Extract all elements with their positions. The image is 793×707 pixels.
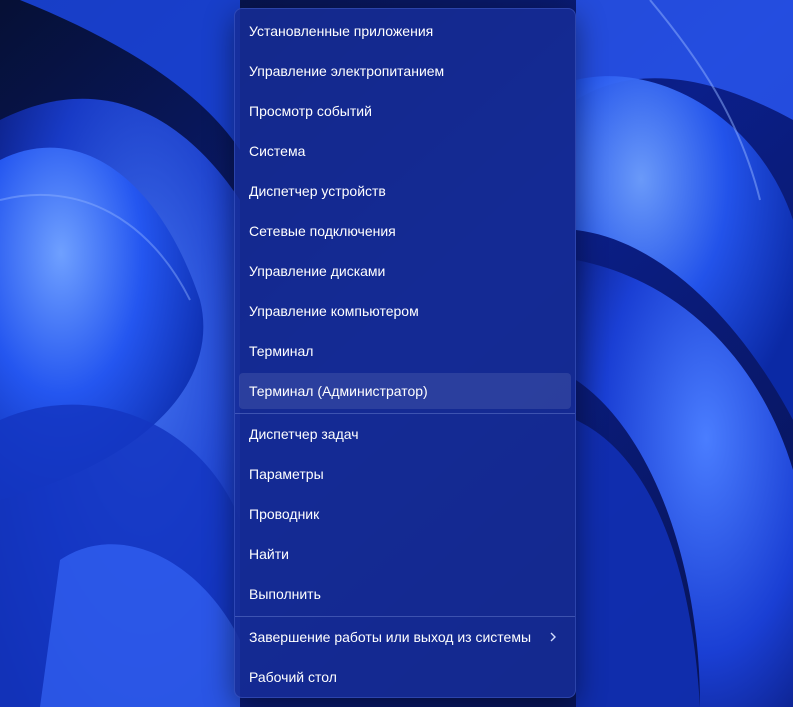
menu-item-label: Установленные приложения xyxy=(249,23,434,39)
menu-item-system[interactable]: Система xyxy=(239,133,571,169)
menu-item-search[interactable]: Найти xyxy=(239,536,571,572)
menu-item-label: Просмотр событий xyxy=(249,103,372,119)
menu-item-event-viewer[interactable]: Просмотр событий xyxy=(239,93,571,129)
menu-item-label: Управление электропитанием xyxy=(249,63,445,79)
quick-link-menu: Установленные приложения Управление элек… xyxy=(234,8,576,698)
menu-item-label: Управление дисками xyxy=(249,263,386,279)
menu-item-label: Диспетчер устройств xyxy=(249,183,386,199)
menu-item-label: Система xyxy=(249,143,306,159)
menu-item-disk-management[interactable]: Управление дисками xyxy=(239,253,571,289)
menu-item-label: Проводник xyxy=(249,506,320,522)
menu-item-power-options[interactable]: Управление электропитанием xyxy=(239,53,571,89)
menu-item-device-manager[interactable]: Диспетчер устройств xyxy=(239,173,571,209)
menu-item-desktop[interactable]: Рабочий стол xyxy=(239,659,571,695)
menu-item-file-explorer[interactable]: Проводник xyxy=(239,496,571,532)
menu-item-label: Сетевые подключения xyxy=(249,223,396,239)
menu-item-label: Параметры xyxy=(249,466,324,482)
chevron-right-icon xyxy=(547,619,559,655)
menu-item-network-connections[interactable]: Сетевые подключения xyxy=(239,213,571,249)
menu-separator xyxy=(235,616,575,617)
menu-item-label: Выполнить xyxy=(249,586,321,602)
menu-item-label: Завершение работы или выход из системы xyxy=(249,629,532,645)
menu-separator xyxy=(235,413,575,414)
menu-item-terminal[interactable]: Терминал xyxy=(239,333,571,369)
menu-item-run[interactable]: Выполнить xyxy=(239,576,571,612)
menu-item-label: Управление компьютером xyxy=(249,303,419,319)
menu-item-settings[interactable]: Параметры xyxy=(239,456,571,492)
menu-item-task-manager[interactable]: Диспетчер задач xyxy=(239,416,571,452)
menu-item-terminal-admin[interactable]: Терминал (Администратор) xyxy=(239,373,571,409)
menu-item-label: Рабочий стол xyxy=(249,669,337,685)
menu-item-computer-management[interactable]: Управление компьютером xyxy=(239,293,571,329)
menu-item-installed-apps[interactable]: Установленные приложения xyxy=(239,13,571,49)
menu-item-label: Терминал (Администратор) xyxy=(249,383,428,399)
menu-item-label: Диспетчер задач xyxy=(249,426,359,442)
menu-item-shutdown-signout[interactable]: Завершение работы или выход из системы xyxy=(239,619,571,655)
menu-item-label: Терминал xyxy=(249,343,314,359)
menu-item-label: Найти xyxy=(249,546,289,562)
